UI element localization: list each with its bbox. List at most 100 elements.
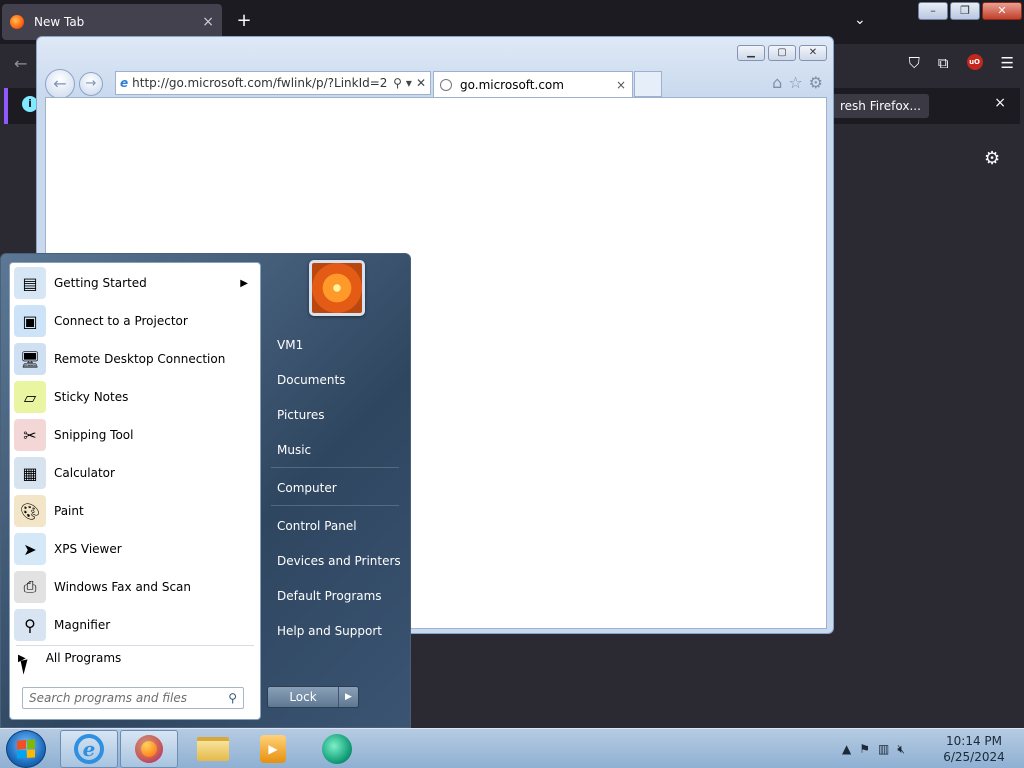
fax-scan-icon: ⎙: [14, 571, 46, 603]
start-program-projector[interactable]: ▣ Connect to a Projector: [10, 302, 260, 340]
ie-page-icon: e: [120, 76, 129, 90]
taskbar-app-green[interactable]: [308, 730, 366, 768]
show-hidden-icons-arrow-icon[interactable]: ▲: [842, 742, 851, 756]
ublock-icon[interactable]: uO: [966, 54, 983, 70]
vm-minimize-button[interactable]: –: [918, 2, 948, 20]
ie-minimize-button[interactable]: ▁: [737, 45, 765, 61]
ie-dropdown-icon[interactable]: ▾: [406, 76, 412, 90]
start-button[interactable]: [6, 730, 46, 768]
start-program-calculator[interactable]: ▦ Calculator: [10, 454, 260, 492]
volume-muted-icon[interactable]: 🔇︎: [897, 742, 905, 757]
start-program-label: Sticky Notes: [54, 390, 129, 404]
firefox-new-tab-button[interactable]: +: [232, 10, 256, 31]
notification-area: ▲ ⚑ ▥ 🔇︎: [842, 729, 905, 768]
all-programs-label: All Programs: [45, 651, 122, 665]
start-program-label: Remote Desktop Connection: [54, 352, 226, 366]
start-program-label: Connect to a Projector: [54, 314, 188, 328]
start-link-control-panel[interactable]: Control Panel: [277, 519, 357, 533]
start-program-snipping-tool[interactable]: ✂ Snipping Tool: [10, 416, 260, 454]
ie-tools-gear-icon[interactable]: ⚙: [809, 73, 823, 92]
start-menu-programs-pane: ▤ Getting Started ▶ ▣ Connect to a Projector…: [9, 262, 261, 720]
start-program-getting-started[interactable]: ▤ Getting Started ▶: [10, 264, 260, 302]
ie-favorites-star-icon[interactable]: ☆: [788, 73, 802, 92]
start-link-default-programs[interactable]: Default Programs: [277, 589, 382, 603]
firefox-list-tabs-icon[interactable]: ⌄: [854, 12, 866, 28]
all-programs-button[interactable]: ▶ All Programs: [18, 651, 121, 665]
start-link-computer[interactable]: Computer: [277, 481, 337, 495]
remote-desktop-icon: 🖥︎: [14, 343, 46, 375]
start-link-pictures[interactable]: Pictures: [277, 408, 325, 422]
start-link-music[interactable]: Music: [277, 443, 311, 457]
ie-new-tab-button[interactable]: [634, 71, 662, 97]
ie-home-icon[interactable]: ⌂: [772, 73, 782, 92]
ie-tab-go-microsoft[interactable]: go.microsoft.com ×: [433, 71, 633, 97]
start-program-paint[interactable]: 🎨︎ Paint: [10, 492, 260, 530]
start-program-remote-desktop[interactable]: 🖥︎ Remote Desktop Connection: [10, 340, 260, 378]
start-link-help-and-support[interactable]: Help and Support: [277, 624, 382, 638]
ie-maximize-button[interactable]: ▢: [768, 45, 796, 61]
system-clock[interactable]: 10:14 PM 6/25/2024: [934, 733, 1014, 765]
green-app-icon: [322, 734, 352, 764]
user-avatar[interactable]: [309, 260, 365, 316]
firefox-tab-new-tab[interactable]: New Tab ×: [2, 4, 222, 40]
firefox-back-icon[interactable]: ←: [14, 54, 27, 73]
media-player-icon: ▶: [260, 735, 286, 763]
taskbar-internet-explorer[interactable]: e: [60, 730, 118, 768]
lock-button-group: Lock ▶: [267, 686, 359, 708]
vm-window-controls: – ❐ ✕: [918, 2, 1022, 20]
ie-navigation-buttons: ← →: [45, 69, 103, 99]
start-program-fax-scan[interactable]: ⎙ Windows Fax and Scan: [10, 568, 260, 606]
clock-date: 6/25/2024: [943, 750, 1005, 764]
right-pane-separator: [271, 467, 399, 468]
network-icon[interactable]: ▥: [878, 742, 889, 756]
xps-viewer-icon: ➤: [14, 533, 46, 565]
action-center-flag-icon[interactable]: ⚑: [859, 742, 870, 756]
new-tab-settings-gear-icon[interactable]: ⚙: [984, 148, 1000, 169]
folder-icon: [197, 737, 229, 761]
firefox-tab-title: New Tab: [34, 15, 85, 29]
start-program-label: Snipping Tool: [54, 428, 134, 442]
ie-tab-close-icon[interactable]: ×: [616, 78, 626, 92]
submenu-arrow-icon: ▶: [240, 277, 248, 289]
start-search-input[interactable]: [29, 691, 229, 705]
vm-restore-button[interactable]: ❐: [950, 2, 980, 20]
hamburger-menu-icon[interactable]: ☰: [1001, 54, 1014, 72]
start-program-magnifier[interactable]: ⚲ Magnifier: [10, 606, 260, 644]
calculator-icon: ▦: [14, 457, 46, 489]
start-program-label: Magnifier: [54, 618, 111, 632]
ie-stop-icon[interactable]: ✕: [416, 76, 426, 90]
programs-separator: [16, 645, 254, 646]
refresh-firefox-button[interactable]: resh Firefox...: [832, 94, 929, 118]
start-program-label: XPS Viewer: [54, 542, 122, 556]
vm-close-button[interactable]: ✕: [982, 2, 1022, 20]
start-link-documents[interactable]: Documents: [277, 373, 345, 387]
notification-close-icon[interactable]: ×: [994, 95, 1006, 111]
ie-caption-buttons: ▁ ▢ ✕: [737, 45, 827, 61]
ie-search-icon[interactable]: ⚲: [393, 76, 402, 90]
pocket-icon[interactable]: ⛉: [909, 54, 920, 72]
start-program-sticky-notes[interactable]: ▱ Sticky Notes: [10, 378, 260, 416]
ie-address-text[interactable]: http://go.microsoft.com/fwlink/p/?LinkId…: [132, 76, 389, 90]
start-program-xps-viewer[interactable]: ➤ XPS Viewer: [10, 530, 260, 568]
start-link-vm1[interactable]: VM1: [277, 338, 303, 352]
start-search-box[interactable]: ⚲: [22, 687, 244, 709]
taskbar-media-player[interactable]: ▶: [244, 730, 302, 768]
magnifier-icon: ⚲: [14, 609, 46, 641]
extensions-icon[interactable]: ⧉: [938, 54, 949, 72]
start-program-label: Windows Fax and Scan: [54, 580, 192, 594]
taskbar-firefox[interactable]: [120, 730, 178, 768]
ie-forward-icon[interactable]: →: [79, 72, 103, 96]
shutdown-options-arrow-icon[interactable]: ▶: [338, 687, 358, 707]
lock-button[interactable]: Lock: [268, 687, 338, 707]
firefox-tab-close-icon[interactable]: ×: [202, 14, 214, 30]
right-pane-separator: [271, 505, 399, 506]
start-menu: ▤ Getting Started ▶ ▣ Connect to a Projector…: [0, 253, 411, 728]
search-icon: ⚲: [228, 691, 237, 705]
start-program-label: Getting Started: [54, 276, 147, 290]
start-program-label: Calculator: [54, 466, 115, 480]
taskbar-windows-explorer[interactable]: [184, 730, 242, 768]
ie-close-button[interactable]: ✕: [799, 45, 827, 61]
ie-back-icon[interactable]: ←: [45, 69, 75, 99]
ie-address-bar[interactable]: e http://go.microsoft.com/fwlink/p/?Link…: [115, 71, 431, 95]
start-link-devices-and-printers[interactable]: Devices and Printers: [277, 554, 401, 568]
